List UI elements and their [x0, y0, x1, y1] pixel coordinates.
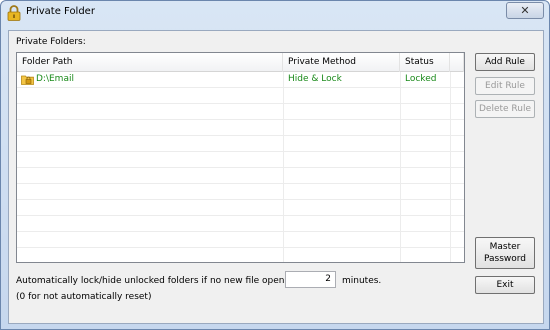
private-method-cell: Hide & Lock: [288, 74, 342, 84]
auto-reset-note: (0 for not automatically reset): [16, 292, 152, 302]
folder-path-cell: D:\Email: [36, 74, 74, 84]
dialog-body: Private Folders: Folder Path Private Met…: [8, 30, 544, 324]
table-row: [17, 184, 464, 200]
private-folder-window: Private Folder ✕ Private Folders: Folder…: [0, 0, 550, 330]
status-cell: Locked: [405, 74, 437, 84]
master-password-label-line1: Master: [489, 242, 521, 252]
private-folders-label: Private Folders:: [16, 37, 86, 47]
delete-rule-button[interactable]: Delete Rule: [475, 100, 535, 118]
exit-button[interactable]: Exit: [475, 276, 535, 294]
window-title: Private Folder: [26, 6, 95, 17]
column-header-filler: [450, 53, 464, 72]
close-icon: ✕: [520, 4, 530, 17]
close-button[interactable]: ✕: [506, 2, 544, 19]
table-row: [17, 248, 464, 262]
table-row: [17, 136, 464, 152]
auto-lock-label: Automatically lock/hide unlocked folders…: [16, 276, 317, 286]
column-header-status[interactable]: Status: [400, 53, 450, 72]
table-row: [17, 168, 464, 184]
minutes-label: minutes.: [342, 276, 382, 286]
table-row: [17, 232, 464, 248]
add-rule-button[interactable]: Add Rule: [475, 53, 535, 71]
table-header: Folder Path Private Method Status: [17, 53, 464, 72]
column-header-folder-path[interactable]: Folder Path: [17, 53, 283, 72]
table-row: [17, 120, 464, 136]
master-password-label-line2: Password: [483, 254, 527, 264]
column-header-private-method[interactable]: Private Method: [283, 53, 400, 72]
locked-folder-icon: [21, 75, 34, 85]
table-row: [17, 216, 464, 232]
table-row: [17, 104, 464, 120]
edit-rule-button[interactable]: Edit Rule: [475, 77, 535, 95]
table-row: [17, 200, 464, 216]
lock-icon: [7, 5, 21, 21]
table-row: [17, 152, 464, 168]
table-row[interactable]: D:\Email Hide & Lock Locked: [17, 72, 464, 88]
master-password-button[interactable]: Master Password: [475, 237, 535, 269]
table-row: [17, 88, 464, 104]
minutes-input[interactable]: 2: [285, 271, 336, 288]
private-folders-table[interactable]: Folder Path Private Method Status D:\Ema…: [16, 52, 465, 263]
title-bar: Private Folder ✕: [1, 1, 549, 25]
